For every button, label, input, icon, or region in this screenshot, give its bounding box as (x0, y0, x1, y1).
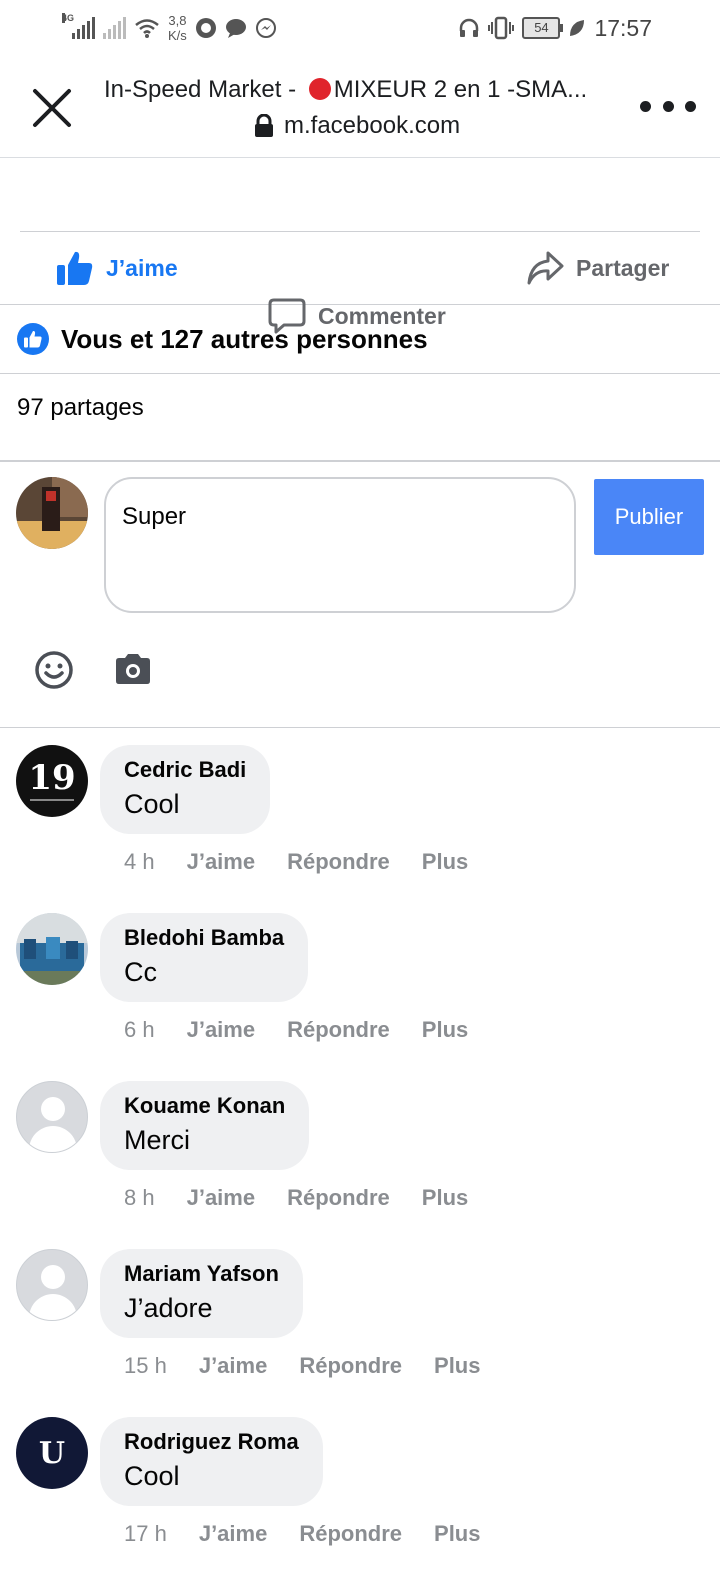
comment-like-button[interactable]: J’aime (187, 849, 256, 875)
shares-count: 97 partages (17, 394, 144, 421)
page-title: In-Speed Market - MIXEUR 2 en 1 -SMA... (104, 76, 588, 103)
comment-more-button[interactable]: Plus (434, 1353, 480, 1379)
share-arrow-icon (527, 251, 564, 285)
commenter-avatar[interactable] (16, 913, 88, 985)
lock-icon (255, 114, 273, 137)
thumbs-up-icon (24, 330, 42, 348)
comment-like-button[interactable]: J’aime (199, 1521, 268, 1547)
comment-reply-button[interactable]: Répondre (299, 1353, 402, 1379)
comment-bubble: Kouame Konan Merci (100, 1081, 310, 1170)
comment-text: Cool (124, 789, 180, 819)
comment-meta: 15 h J’aime Répondre Plus (124, 1353, 480, 1379)
leaf-icon (570, 20, 585, 36)
comment-author[interactable]: Rodriguez Roma (124, 1429, 299, 1455)
comment-meta: 17 h J’aime Répondre Plus (124, 1521, 480, 1547)
shares-count-row[interactable]: 97 partages (0, 374, 720, 462)
comment-like-button[interactable]: J’aime (199, 1353, 268, 1379)
comment-text: Merci (124, 1125, 190, 1155)
reactions-count: Vous et 127 autres personnes (61, 323, 428, 354)
comment-bubble: Cedric Badi Cool (100, 745, 271, 834)
thumbs-up-icon (57, 251, 93, 285)
comment-item: Mariam Yafson J’adore 15 h J’aime Répond… (0, 1249, 720, 1417)
comment-time[interactable]: 8 h (124, 1185, 155, 1211)
comment-input[interactable]: Super (104, 477, 576, 613)
share-button[interactable]: Partager (526, 232, 669, 304)
headphones-icon (460, 18, 479, 37)
comment-item: Kouame Konan Merci 8 h J’aime Répondre P… (0, 1081, 720, 1249)
comment-meta: 8 h J’aime Répondre Plus (124, 1185, 468, 1211)
like-reaction-icon (17, 323, 49, 355)
comment-bubble: Rodriguez Roma Cool (100, 1417, 323, 1506)
camera-icon[interactable] (114, 652, 152, 686)
publish-button[interactable]: Publier (594, 479, 704, 555)
red-circle-emoji-icon (308, 78, 331, 100)
default-avatar-icon[interactable] (16, 1249, 88, 1321)
comment-like-button[interactable]: J’aime (187, 1017, 256, 1043)
wifi-icon (135, 19, 159, 38)
post-actions: J’aime Commenter Partager (0, 232, 720, 334)
comment-item: Bledohi Bamba Cc 6 h J’aime Répondre Plu… (0, 913, 720, 1081)
commenter-avatar[interactable]: 19 (16, 745, 88, 817)
comment-text: Cc (124, 957, 157, 987)
comment-text: Cool (124, 1461, 180, 1491)
user-avatar (16, 477, 88, 549)
comment-item: 19 Cedric Badi Cool 4 h J’aime Répondre … (0, 745, 720, 913)
divider (0, 727, 720, 728)
comment-time[interactable]: 6 h (124, 1017, 155, 1043)
comment-meta: 6 h J’aime Répondre Plus (124, 1017, 468, 1043)
page-url: m.facebook.com (254, 112, 460, 140)
comment-more-button[interactable]: Plus (422, 849, 468, 875)
close-icon[interactable] (30, 86, 74, 130)
comment-time[interactable]: 15 h (124, 1353, 167, 1379)
messenger-icon (255, 18, 276, 38)
comment-like-button[interactable]: J’aime (187, 1185, 256, 1211)
comment-author[interactable]: Kouame Konan (124, 1093, 285, 1119)
commenter-avatar[interactable]: U (16, 1417, 88, 1489)
vibrate-icon (488, 16, 515, 40)
like-button[interactable]: J’aime (56, 232, 178, 304)
emoji-icon[interactable] (34, 650, 74, 690)
comment-reply-button[interactable]: Répondre (287, 1185, 390, 1211)
whatsapp-icon (195, 18, 216, 38)
network-speed: 3,8 K/s (168, 13, 187, 43)
comment-time[interactable]: 17 h (124, 1521, 167, 1547)
comment-time[interactable]: 4 h (124, 849, 155, 875)
comment-author[interactable]: Cedric Badi (124, 757, 246, 783)
comment-more-button[interactable]: Plus (422, 1185, 468, 1211)
comment-bubble: Mariam Yafson J’adore (100, 1249, 303, 1338)
cell-signal-2-icon (103, 17, 126, 39)
cell-signal-icon: 4G (62, 13, 95, 39)
comment-text: J’adore (124, 1293, 213, 1323)
battery-icon: 54 (522, 17, 564, 39)
comment-bubble: Bledohi Bamba Cc (100, 913, 309, 1002)
comment-more-button[interactable]: Plus (422, 1017, 468, 1043)
comment-author[interactable]: Bledohi Bamba (124, 925, 284, 951)
comment-author[interactable]: Mariam Yafson (124, 1261, 279, 1287)
reactions-summary[interactable]: Vous et 127 autres personnes (0, 305, 720, 374)
clock: 17:57 (594, 14, 652, 41)
comment-meta: 4 h J’aime Répondre Plus (124, 849, 468, 875)
comment-reply-button[interactable]: Répondre (287, 1017, 390, 1043)
comment-reply-button[interactable]: Répondre (299, 1521, 402, 1547)
comment-more-button[interactable]: Plus (434, 1521, 480, 1547)
chat-bubble-icon (225, 19, 246, 38)
browser-header: In-Speed Market - MIXEUR 2 en 1 -SMA... … (0, 56, 720, 158)
comment-reply-button[interactable]: Répondre (287, 849, 390, 875)
default-avatar-icon[interactable] (16, 1081, 88, 1153)
more-options-icon[interactable] (640, 92, 696, 120)
status-bar: 4G 3,8 K/s 54 17:57 (0, 0, 720, 56)
